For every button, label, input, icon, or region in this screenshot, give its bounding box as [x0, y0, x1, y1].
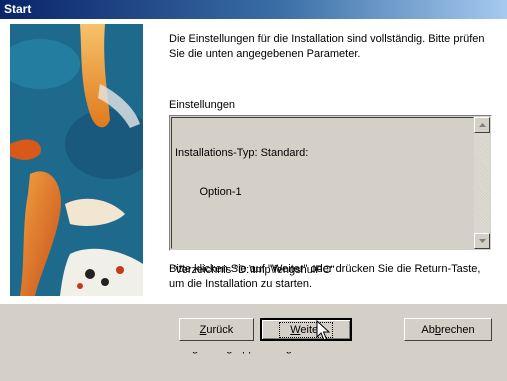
next-button[interactable]: Weiter — [260, 318, 352, 341]
koi-fish-image — [10, 24, 143, 296]
settings-label: Einstellungen — [169, 99, 236, 111]
settings-text-area: Installations-Typ: Standard: Option-1 Ve… — [171, 117, 474, 354]
arrow-up-icon — [478, 123, 486, 127]
window-title: Start — [4, 2, 32, 16]
instruction-text: Bitte klicken Sie auf "Weiter" oder drüc… — [169, 263, 481, 290]
scroll-down-button[interactable] — [474, 233, 490, 249]
intro-text: Die Einstellungen für die Installation s… — [169, 33, 485, 60]
scroll-up-button[interactable] — [474, 117, 490, 133]
back-button-label: Zurück — [199, 323, 234, 336]
vertical-scrollbar[interactable] — [474, 117, 490, 249]
cancel-button[interactable]: Abbrechen — [404, 318, 492, 341]
arrow-down-icon — [478, 239, 486, 243]
back-button[interactable]: Zurück — [179, 318, 254, 341]
settings-listbox[interactable]: Installations-Typ: Standard: Option-1 Ve… — [169, 115, 492, 354]
installer-window: Start Die Einstellungen für die Installa… — [0, 0, 507, 354]
title-bar[interactable]: Start — [0, 0, 507, 19]
settings-line: Option-1 — [175, 186, 242, 198]
mouse-cursor-icon — [316, 320, 330, 341]
cancel-button-label: Abbrechen — [421, 323, 475, 336]
settings-line: Installations-Typ: Standard: — [175, 147, 309, 159]
button-bar: Zurück Weiter Abbrechen — [0, 304, 507, 352]
settings-line — [175, 225, 334, 238]
